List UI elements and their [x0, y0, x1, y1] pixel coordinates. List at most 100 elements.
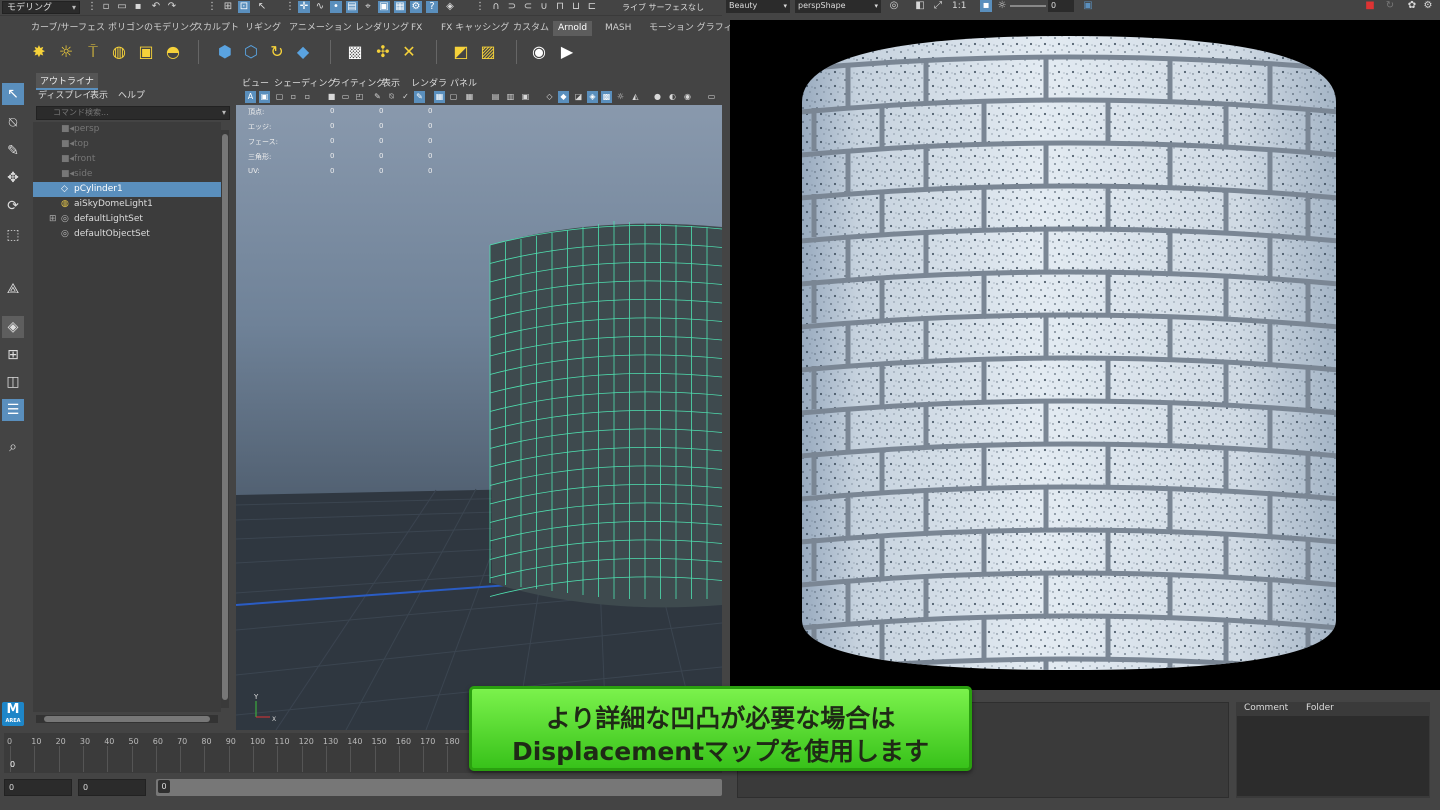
search-icon[interactable]: ⌕	[2, 436, 24, 458]
save-scene-icon[interactable]: ▪	[132, 1, 144, 13]
gate-mask-icon[interactable]: ▤	[490, 91, 501, 103]
render-frame-icon[interactable]: ▣	[378, 1, 390, 13]
remove-textures-icon[interactable]: ✕	[398, 41, 420, 63]
2d-pan-zoom-icon[interactable]: ▫	[302, 91, 313, 103]
camera-dropdown[interactable]: perspShape	[795, 0, 881, 13]
rotate-tool-icon[interactable]: ⟳	[2, 195, 24, 217]
camera-gate-icon[interactable]: ▭	[340, 91, 351, 103]
list-item[interactable]: ■◂ top	[33, 137, 221, 152]
range-slider-handle[interactable]: 0	[158, 780, 170, 793]
mesh-light-icon[interactable]: ☼	[55, 41, 77, 63]
exposure-icon[interactable]: ☼	[996, 0, 1008, 12]
default-material-icon[interactable]: ◪	[573, 91, 584, 103]
snap-curve-icon[interactable]: ∿	[314, 1, 326, 13]
undo-icon[interactable]: ↶	[150, 1, 162, 13]
show-manipulator-icon[interactable]: ⟁	[2, 278, 24, 300]
display-settings-icon[interactable]: ▪	[980, 0, 992, 12]
list-item[interactable]: ⊞ ◎ defaultLightSet	[33, 212, 221, 227]
move-tool-icon[interactable]: ✥	[2, 167, 24, 189]
shelf-tab-rendering[interactable]: レンダリング	[350, 21, 414, 36]
light-portal-icon[interactable]: ▣	[135, 41, 157, 63]
shelf-tab-rigging[interactable]: リギング	[240, 21, 286, 36]
ipr-render-icon[interactable]: ▦	[394, 1, 406, 13]
select-hierarchy-icon[interactable]: ⊞	[222, 1, 234, 13]
help-icon[interactable]: ?	[426, 1, 438, 13]
list-item[interactable]: ◇ pCylinder1	[33, 182, 221, 197]
shelf-tab-curves[interactable]: カーブ/サーフェス	[26, 21, 110, 36]
ambient-occlusion-icon[interactable]: ●	[652, 91, 663, 103]
wireframe-icon[interactable]: ◇	[544, 91, 555, 103]
snap-together-icon[interactable]: ⊂	[522, 1, 534, 13]
tab-folder[interactable]: Folder	[1300, 703, 1340, 713]
outliner-hscroll-thumb[interactable]	[44, 716, 210, 722]
viewport-menu-view[interactable]: ビュー	[242, 76, 269, 89]
wireframe-on-shaded-icon[interactable]: ✎	[414, 91, 425, 103]
lasso-tool-icon[interactable]: ⍉	[2, 112, 24, 134]
select-tool-icon[interactable]: ↖	[2, 83, 24, 105]
shelf-tab-mash[interactable]: MASH	[600, 21, 636, 36]
outliner-layout-icon[interactable]: ☰	[2, 399, 24, 421]
hypershade-icon[interactable]: ◈	[444, 1, 456, 13]
shelf-tab-sculpting[interactable]: スカルプト	[189, 21, 244, 36]
render-image[interactable]	[730, 20, 1440, 690]
stop-render-icon[interactable]: ■	[1364, 0, 1376, 12]
grid-icon[interactable]: ⍉	[386, 91, 397, 103]
physical-sky-icon[interactable]: ◓	[162, 41, 184, 63]
shelf-tab-arnold[interactable]: Arnold	[553, 21, 593, 36]
viewport-menu-renderer[interactable]: レンダラ	[411, 76, 447, 89]
outliner-menu-help[interactable]: ヘルプ	[118, 88, 145, 101]
shadows-icon[interactable]: ◭	[630, 91, 641, 103]
skydome-light-icon[interactable]: ◍	[108, 41, 130, 63]
snap-normal-icon[interactable]: ⊓	[554, 1, 566, 13]
tab-comment[interactable]: Comment	[1238, 703, 1294, 713]
resolution-gate-icon[interactable]: ▦	[464, 91, 475, 103]
new-scene-icon[interactable]: ▫	[100, 1, 112, 13]
color-space-icon[interactable]: ▣	[1082, 0, 1094, 12]
scale-tool-icon[interactable]: ⬚	[2, 224, 24, 246]
flush-cache-icon[interactable]: ▨	[477, 41, 499, 63]
menu-set-dropdown[interactable]: モデリング	[2, 1, 80, 14]
snap-grid-icon[interactable]: ✛	[298, 1, 310, 13]
list-item[interactable]: ■◂ front	[33, 152, 221, 167]
cylinder-mesh[interactable]	[489, 221, 722, 608]
snap-to-icon[interactable]: ⊃	[506, 1, 518, 13]
viewport-menu-show[interactable]: 表示	[382, 76, 400, 89]
snap-live-icon[interactable]: ⌖	[362, 1, 374, 13]
symmetry-icon[interactable]: ⊏	[586, 1, 598, 13]
zoom-ratio-label[interactable]: 1:1	[952, 1, 966, 11]
image-plane-icon[interactable]: ▫	[288, 91, 299, 103]
camera-attributes-icon[interactable]: ▣	[259, 91, 270, 103]
comment-area[interactable]	[1237, 716, 1429, 796]
shelf-tab-custom[interactable]: カスタム	[508, 21, 554, 36]
render-view-icon[interactable]: ◉	[528, 41, 550, 63]
curve-collector-icon[interactable]: ↻	[266, 41, 288, 63]
render-settings-icon[interactable]: ⚙	[410, 1, 422, 13]
motion-blur-icon[interactable]: ✓	[400, 91, 411, 103]
start-frame-field[interactable]: 0	[4, 779, 72, 796]
create-box-icon[interactable]: ◆	[292, 41, 314, 63]
live-surface-label[interactable]: ライブ サーフェスなし	[622, 2, 704, 13]
snap-pivot-icon[interactable]: ⊔	[570, 1, 582, 13]
zoom-icon[interactable]: ⤢	[932, 0, 944, 12]
export-ass-icon[interactable]: ◩	[450, 41, 472, 63]
single-perspective-layout-icon[interactable]: ◈	[2, 316, 24, 338]
range-slider[interactable]: 0	[156, 779, 722, 796]
anti-aliasing-icon[interactable]: ◉	[682, 91, 693, 103]
shelf-tab-poly-modeling[interactable]: ポリゴンのモデリング	[103, 21, 203, 36]
wireframe-shaded-icon[interactable]: ◈	[587, 91, 598, 103]
field-chart-icon[interactable]: ▥	[505, 91, 516, 103]
depth-of-field-icon[interactable]: ▭	[706, 91, 717, 103]
viewport-menu-shading[interactable]: シェーディング	[274, 76, 336, 89]
ipr-refresh-icon[interactable]: ↻	[1384, 0, 1396, 12]
shelf-tab-animation[interactable]: アニメーション	[284, 21, 357, 36]
paint-select-tool-icon[interactable]: ✎	[2, 140, 24, 162]
textured-icon[interactable]: ▩	[601, 91, 612, 103]
outliner-scroll-thumb[interactable]	[222, 134, 228, 700]
magnet-icon[interactable]: ∩	[490, 1, 502, 13]
viewport-menu-lighting[interactable]: ライティング	[332, 76, 385, 89]
smooth-shade-icon[interactable]: ◆	[558, 91, 569, 103]
area-light-icon[interactable]: ✸	[28, 41, 50, 63]
select-camera-icon[interactable]: A	[245, 91, 256, 103]
tx-manager-icon[interactable]: ▩	[344, 41, 366, 63]
stand-in-icon[interactable]: ⬢	[214, 41, 236, 63]
